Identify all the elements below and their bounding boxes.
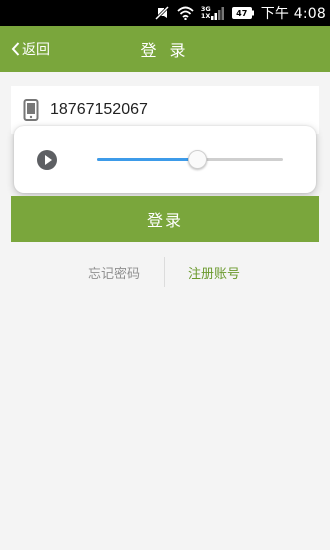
register-link[interactable]: 注册账号 — [188, 257, 240, 287]
title-bar: 登 录 返回 — [0, 26, 330, 72]
muted-notification-icon — [154, 5, 170, 21]
network-sub-label: 1X — [200, 12, 211, 20]
slider-thumb[interactable] — [188, 150, 208, 169]
audio-player-popup — [14, 126, 316, 193]
battery-icon: 47 — [231, 7, 254, 19]
links-divider — [164, 257, 165, 287]
back-button[interactable]: 返回 — [11, 26, 50, 72]
signal-icon: 3G 1X — [201, 6, 225, 20]
login-button[interactable]: 登录 — [11, 196, 319, 242]
progress-fill — [97, 158, 198, 161]
status-bar: 3G 1X 47 下午 4:08 — [0, 0, 330, 26]
phone-input[interactable] — [50, 101, 280, 119]
links-row: 忘记密码 注册账号 — [0, 257, 330, 287]
back-label: 返回 — [22, 42, 50, 58]
wifi-icon — [177, 6, 194, 20]
progress-slider[interactable] — [97, 150, 283, 169]
battery-level: 47 — [236, 8, 248, 18]
forgot-password-link[interactable]: 忘记密码 — [88, 257, 140, 287]
play-icon[interactable] — [37, 150, 57, 170]
phone-icon — [23, 99, 39, 121]
chevron-left-icon — [11, 42, 20, 56]
clock: 下午 4:08 — [260, 6, 326, 22]
